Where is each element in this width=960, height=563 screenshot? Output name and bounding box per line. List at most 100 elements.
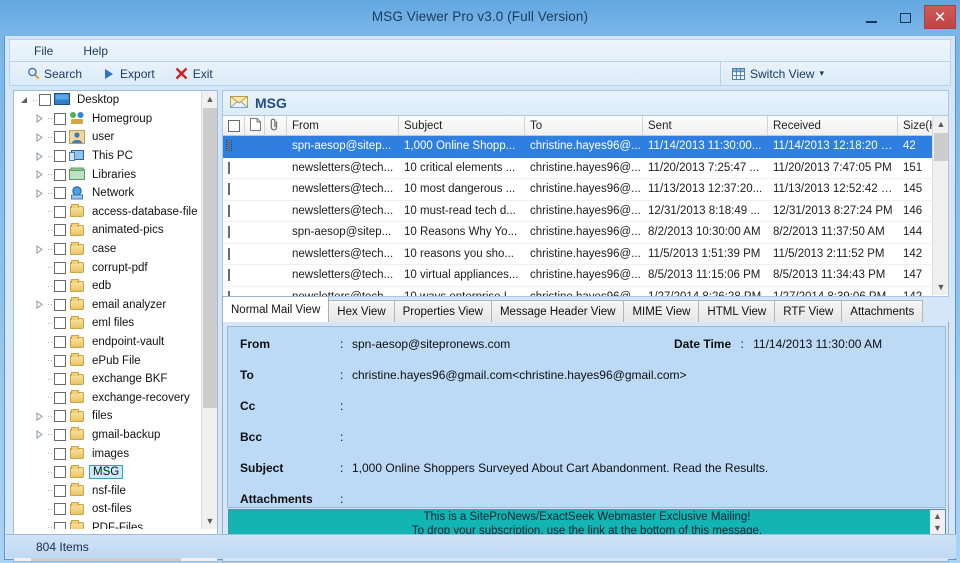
tree-item-user[interactable]: ·· user	[14, 128, 202, 147]
tab-rtf-view[interactable]: RTF View	[774, 300, 843, 322]
column-header-from[interactable]: From	[287, 116, 399, 135]
tree-item-checkbox[interactable]	[54, 317, 66, 330]
body-scroll-up-arrow[interactable]: ▲	[933, 511, 942, 521]
row-checkbox-cell[interactable]	[223, 226, 245, 239]
tree-item-checkbox[interactable]	[39, 94, 51, 107]
tree-item-checkbox[interactable]	[54, 168, 66, 181]
row-checkbox-cell[interactable]	[223, 140, 245, 153]
tree-item-endpoint-vault[interactable]: ·· endpoint-vault	[14, 333, 202, 352]
mail-list-row[interactable]: newsletters@tech... 10 critical elements …	[223, 158, 934, 179]
tree-item-exchange-bkf[interactable]: ·· exchange BKF	[14, 370, 202, 389]
row-checkbox-cell[interactable]	[223, 183, 245, 196]
tree-item-checkbox[interactable]	[54, 521, 66, 529]
tree-item-checkbox[interactable]	[54, 391, 66, 404]
select-all-checkbox[interactable]	[228, 119, 240, 132]
tree-item-network[interactable]: ·· Network	[14, 184, 202, 203]
column-header-subject[interactable]: Subject	[399, 116, 525, 135]
tree-item-images[interactable]: ·· images	[14, 444, 202, 463]
column-header-received[interactable]: Received	[768, 116, 898, 135]
mail-list-header[interactable]: From Subject To Sent Received Size(KB)	[223, 116, 948, 136]
expand-arrow-icon[interactable]	[33, 426, 46, 444]
tree-item-this-pc[interactable]: ·· This PC	[14, 147, 202, 166]
mail-list[interactable]: From Subject To Sent Received Size(KB) spn-ae…	[222, 116, 949, 297]
tree-scroll-up-arrow[interactable]: ▲	[202, 91, 217, 107]
expand-arrow-icon[interactable]	[33, 407, 46, 425]
tree-item-checkbox[interactable]	[54, 447, 66, 460]
message-body-scrollbar[interactable]: ▲ ▼	[930, 510, 945, 535]
tree-item-email-analyzer[interactable]: ·· email analyzer	[14, 296, 202, 315]
tab-html-view[interactable]: HTML View	[698, 300, 776, 322]
tree-item-checkbox[interactable]	[54, 205, 66, 218]
row-checkbox[interactable]	[228, 226, 230, 239]
expand-arrow-icon[interactable]	[33, 166, 46, 184]
column-header-icon-0[interactable]	[223, 116, 245, 135]
tree-item-pdf-files[interactable]: ·· PDF-Files	[14, 519, 202, 529]
row-checkbox-cell[interactable]	[223, 204, 245, 217]
tree-scroll-down-arrow[interactable]: ▼	[202, 513, 217, 529]
tree-item-checkbox[interactable]	[54, 484, 66, 497]
expand-arrow-icon[interactable]	[33, 184, 46, 202]
tree-item-epub-file[interactable]: ·· ePub File	[14, 351, 202, 370]
tab-mime-view[interactable]: MIME View	[623, 300, 700, 322]
tree-item-access-database-file[interactable]: ·· access-database-file	[14, 203, 202, 222]
mail-list-row[interactable]: newsletters@tech... 10 must-read tech d..…	[223, 201, 934, 222]
tree-item-checkbox[interactable]	[54, 131, 66, 144]
row-checkbox[interactable]	[228, 247, 230, 260]
row-checkbox[interactable]	[228, 269, 230, 282]
row-checkbox[interactable]	[228, 161, 230, 174]
row-checkbox[interactable]	[228, 204, 230, 217]
row-checkbox[interactable]	[226, 140, 232, 153]
tree-item-checkbox[interactable]	[54, 261, 66, 274]
tree-vertical-scrollbar[interactable]: ▲ ▼	[201, 91, 217, 529]
tree-item-corrupt-pdf[interactable]: ·· corrupt-pdf	[14, 258, 202, 277]
column-header-icon-1[interactable]	[245, 116, 265, 135]
tree-item-checkbox[interactable]	[54, 503, 66, 516]
export-button[interactable]: Export	[94, 65, 163, 83]
tree-item-msg[interactable]: ·· MSG	[14, 463, 202, 482]
mail-list-scroll-down-arrow[interactable]: ▼	[933, 279, 948, 295]
tab-hex-view[interactable]: Hex View	[328, 300, 395, 322]
switch-view-button[interactable]: Switch View ▾	[731, 67, 824, 81]
tree-item-nsf-file[interactable]: ·· nsf-file	[14, 481, 202, 500]
tab-attachments[interactable]: Attachments	[841, 300, 924, 322]
exit-button[interactable]: Exit	[167, 65, 221, 83]
body-scroll-down-arrow[interactable]: ▼	[933, 524, 942, 533]
folder-tree-panel[interactable]: ·· Desktop ·· Homegroup ·· user ·· This PC ·· Lib…	[13, 90, 218, 562]
mail-list-scroll-thumb[interactable]	[934, 133, 948, 161]
tree-item-homegroup[interactable]: ·· Homegroup	[14, 110, 202, 129]
tree-item-checkbox[interactable]	[54, 187, 66, 200]
column-header-icon-2[interactable]	[265, 116, 287, 135]
tree-item-checkbox[interactable]	[54, 373, 66, 386]
row-checkbox-cell[interactable]	[223, 161, 245, 174]
tree-item-edb[interactable]: ·· edb	[14, 277, 202, 296]
mail-list-row[interactable]: newsletters@tech... 10 most dangerous ...…	[223, 179, 934, 201]
collapse-arrow-icon[interactable]	[18, 91, 31, 109]
mail-list-vertical-scrollbar[interactable]: ▲ ▼	[932, 116, 948, 295]
tree-item-desktop[interactable]: ·· Desktop	[14, 91, 202, 110]
column-header-to[interactable]: To	[525, 116, 643, 135]
row-checkbox-cell[interactable]	[223, 247, 245, 260]
mail-list-row[interactable]: newsletters@tech... 10 reasons you sho...…	[223, 244, 934, 265]
mail-list-row[interactable]: newsletters@tech... 10 virtual appliances…	[223, 265, 934, 287]
tree-item-checkbox[interactable]	[54, 428, 66, 441]
tree-item-checkbox[interactable]	[54, 112, 66, 125]
maximize-button[interactable]	[890, 6, 920, 29]
mail-list-row[interactable]: spn-aesop@sitep... 1,000 Online Shopp... c…	[223, 136, 934, 158]
row-checkbox[interactable]	[228, 183, 230, 196]
tree-item-animated-pics[interactable]: ·· animated-pics	[14, 221, 202, 240]
tree-item-checkbox[interactable]	[54, 298, 66, 311]
tree-item-checkbox[interactable]	[54, 354, 66, 367]
minimize-button[interactable]	[856, 6, 886, 29]
mail-list-scroll-up-arrow[interactable]: ▲	[933, 116, 948, 132]
expand-arrow-icon[interactable]	[33, 110, 46, 128]
close-button[interactable]: ✕	[924, 5, 956, 29]
expand-arrow-icon[interactable]	[33, 296, 46, 314]
menu-file[interactable]: File	[24, 41, 63, 61]
tree-item-checkbox[interactable]	[54, 336, 66, 349]
tree-item-exchange-recovery[interactable]: ·· exchange-recovery	[14, 389, 202, 408]
tab-properties-view[interactable]: Properties View	[393, 300, 492, 322]
tree-item-files[interactable]: ·· files	[14, 407, 202, 426]
search-button[interactable]: Search	[18, 65, 90, 83]
tree-item-libraries[interactable]: ·· Libraries	[14, 165, 202, 184]
mail-list-row[interactable]: newsletters@tech... 10 ways enterprise I.…	[223, 287, 934, 296]
